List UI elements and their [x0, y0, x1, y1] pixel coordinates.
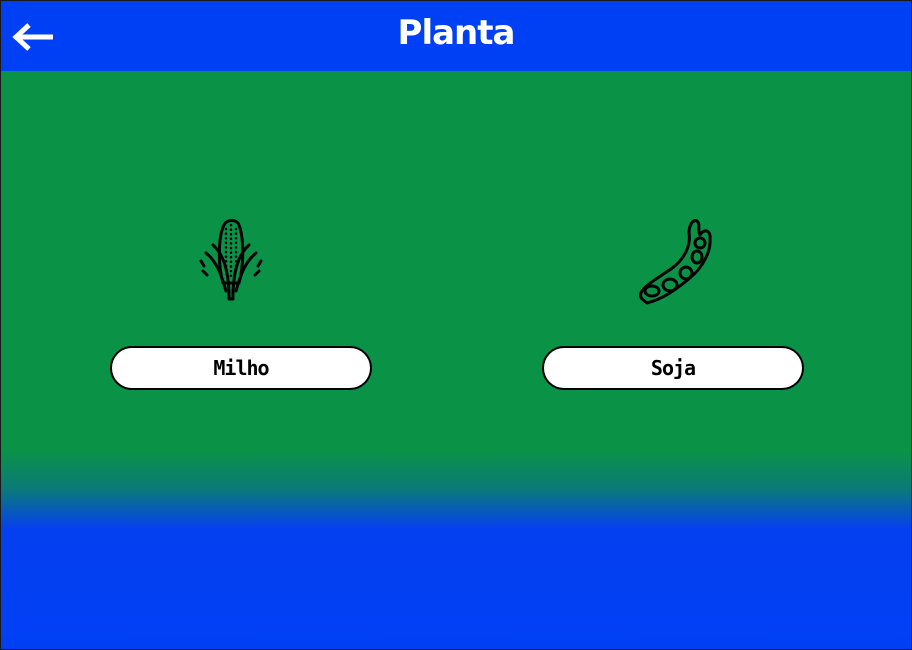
- soja-button[interactable]: Soja: [542, 346, 804, 390]
- header-bar: Planta: [1, 1, 911, 71]
- soja-label: Soja: [650, 356, 696, 380]
- corn-icon: [199, 219, 263, 301]
- page-title: Planta: [397, 13, 516, 53]
- milho-label: Milho: [213, 356, 269, 380]
- app-screen: Planta Milho Soja: [0, 0, 912, 650]
- soybean-icon: [639, 219, 712, 305]
- option-soy: Soja: [542, 211, 804, 390]
- milho-button[interactable]: Milho: [110, 346, 372, 390]
- option-corn: Milho: [110, 211, 372, 390]
